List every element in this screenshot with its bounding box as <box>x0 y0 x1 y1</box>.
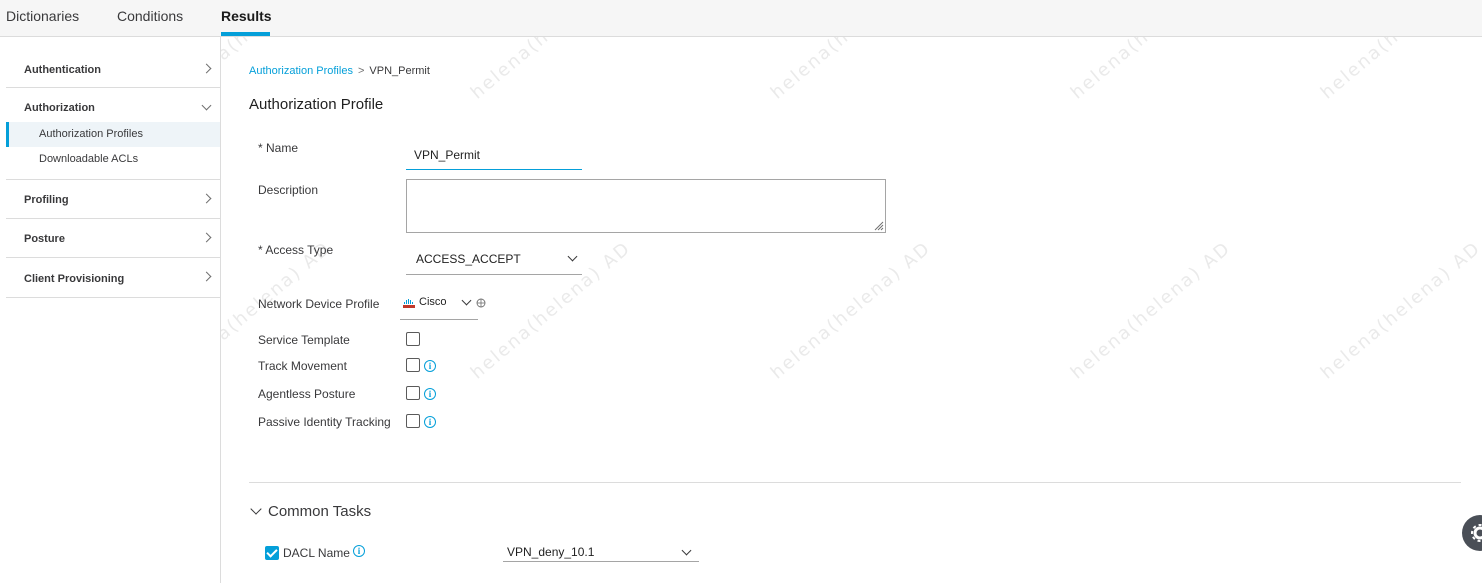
tab-conditions[interactable]: Conditions <box>117 8 183 24</box>
description-label: Description <box>258 183 319 197</box>
network-device-profile-label: Network Device Profile <box>258 297 380 311</box>
access-type-select[interactable]: ACCESS_ACCEPT <box>406 247 582 275</box>
service-template-checkbox[interactable] <box>406 332 420 346</box>
watermark-text: helena(helena) AD <box>1316 237 1482 384</box>
chevron-right-icon <box>201 232 212 243</box>
sidebar-item-posture[interactable]: Posture <box>6 219 220 258</box>
chevron-right-icon <box>201 63 212 74</box>
chevron-down-icon <box>461 295 472 306</box>
chevron-right-icon <box>201 271 212 282</box>
sidebar-section-authorization: Authorization Authorization Profiles Dow… <box>6 88 220 180</box>
sidebar-item-authentication[interactable]: Authentication <box>6 50 220 88</box>
page-title: Authorization Profile <box>249 96 384 113</box>
section-divider <box>249 482 1461 483</box>
info-icon[interactable]: i <box>353 545 365 557</box>
sidebar-item-label: Client Provisioning <box>24 273 125 285</box>
info-icon[interactable]: i <box>424 416 436 428</box>
network-device-profile-select[interactable]: Cisco <box>400 293 478 320</box>
sidebar-item-profiling[interactable]: Profiling <box>6 180 220 219</box>
sidebar-item-label: Authentication <box>24 64 101 76</box>
dacl-name-checkbox[interactable] <box>265 546 279 560</box>
watermark-text: helena(helena) AD <box>766 237 936 384</box>
common-tasks-title[interactable]: Common Tasks <box>268 503 371 520</box>
dacl-name-value: VPN_deny_10.1 <box>507 545 595 559</box>
passive-identity-tracking-checkbox[interactable] <box>406 414 420 428</box>
resize-handle-icon[interactable] <box>872 219 884 231</box>
passive-identity-tracking-label: Passive Identity Tracking <box>258 415 391 429</box>
breadcrumb-separator: > <box>357 65 365 77</box>
sidebar-item-authorization-profiles[interactable]: Authorization Profiles <box>6 122 220 147</box>
dacl-name-label: DACL Name <box>283 546 350 560</box>
name-label: * Name <box>258 141 299 155</box>
sidebar-item-label: Profiling <box>24 194 69 206</box>
settings-gear-button[interactable] <box>1462 515 1482 551</box>
sidebar-item-client-provisioning[interactable]: Client Provisioning <box>6 258 220 298</box>
service-template-label: Service Template <box>258 333 350 347</box>
track-movement-checkbox[interactable] <box>406 358 420 372</box>
chevron-down-icon[interactable] <box>250 503 262 515</box>
breadcrumb-link-authorization-profiles[interactable]: Authorization Profiles <box>249 65 353 77</box>
active-tab-indicator <box>221 32 270 36</box>
description-textarea[interactable] <box>406 179 886 233</box>
track-movement-label: Track Movement <box>258 359 347 373</box>
access-type-value: ACCESS_ACCEPT <box>416 252 521 266</box>
agentless-posture-checkbox[interactable] <box>406 386 420 400</box>
top-tab-bar: Dictionaries Conditions Results <box>0 0 1482 37</box>
globe-icon[interactable] <box>476 298 486 308</box>
gear-icon <box>1471 524 1482 542</box>
chevron-down-icon <box>567 251 578 262</box>
sidebar-item-downloadable-acls[interactable]: Downloadable ACLs <box>6 147 220 172</box>
watermark-text: helena(helena) AD <box>1066 237 1236 384</box>
cisco-logo-icon <box>403 299 415 308</box>
chevron-right-icon <box>201 193 212 204</box>
sidebar-item-label: Posture <box>24 233 65 245</box>
chevron-down-icon[interactable] <box>201 100 212 111</box>
tab-dictionaries[interactable]: Dictionaries <box>6 8 79 24</box>
chevron-down-icon <box>681 545 692 556</box>
tab-results[interactable]: Results <box>221 8 272 24</box>
info-icon[interactable]: i <box>424 360 436 372</box>
breadcrumb: Authorization Profiles > VPN_Permit <box>249 65 430 77</box>
access-type-label: * Access Type <box>258 243 334 257</box>
network-device-profile-value: Cisco <box>419 296 447 308</box>
dacl-name-select[interactable]: VPN_deny_10.1 <box>503 544 699 562</box>
sidebar-item-authorization[interactable]: Authorization <box>24 102 95 114</box>
agentless-posture-label: Agentless Posture <box>258 387 356 401</box>
name-field[interactable] <box>406 140 582 170</box>
info-icon[interactable]: i <box>424 388 436 400</box>
sidebar: Authentication Authorization Authorizati… <box>6 37 221 583</box>
breadcrumb-current: VPN_Permit <box>369 65 430 77</box>
